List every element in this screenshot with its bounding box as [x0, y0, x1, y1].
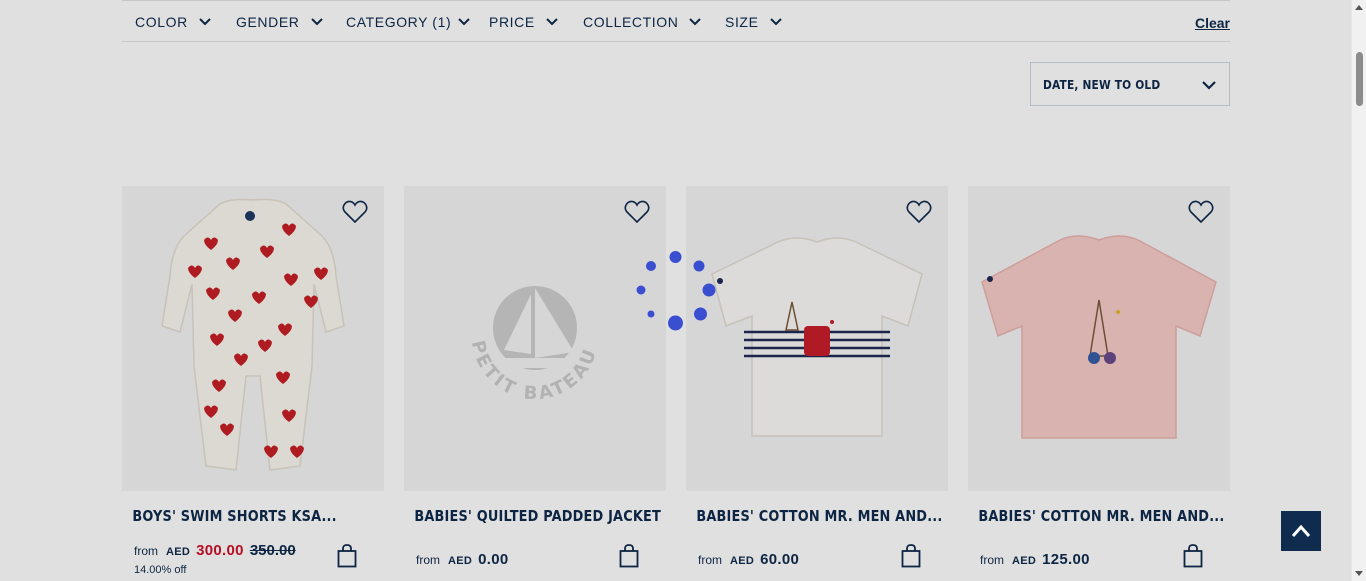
- price-value: 125.00: [1042, 551, 1090, 568]
- tshirt-white-image: [711, 237, 923, 437]
- clear-filters-link[interactable]: Clear: [1195, 15, 1230, 31]
- product-price: from AED 300.00 350.00: [134, 542, 296, 559]
- chevron-up-icon: [1291, 524, 1311, 537]
- heart-icon[interactable]: [906, 200, 932, 224]
- price-currency: AED: [730, 555, 755, 567]
- shopping-bag-icon[interactable]: [619, 544, 639, 568]
- chevron-down-icon: [689, 18, 702, 26]
- product-name[interactable]: BABIES' COTTON MR. MEN AND...: [686, 507, 942, 525]
- filter-category[interactable]: CATEGORY (1): [346, 14, 471, 30]
- filter-color[interactable]: COLOR: [135, 14, 212, 30]
- scroll-down-arrow-icon[interactable]: [1355, 571, 1363, 576]
- shopping-bag-icon[interactable]: [1183, 544, 1203, 568]
- shopping-bag-icon[interactable]: [901, 544, 921, 568]
- loading-spinner-icon: [636, 251, 716, 331]
- onesie-hearts-image: [161, 198, 345, 471]
- product-card[interactable]: BABIES' COTTON MR. MEN AND... from AED 1…: [968, 186, 1230, 568]
- product-card[interactable]: BOYS' SWIM SHORTS KSA... from AED 300.00…: [122, 186, 384, 576]
- product-card[interactable]: PETIT BATEAU BABIES' QUILTED PADDED JACK…: [404, 186, 666, 568]
- chevron-down-icon: [1202, 81, 1216, 90]
- back-to-top-button[interactable]: [1281, 511, 1321, 551]
- price-currency: AED: [1012, 555, 1037, 567]
- product-name[interactable]: BABIES' QUILTED PADDED JACKET: [404, 507, 660, 525]
- product-name[interactable]: BOYS' SWIM SHORTS KSA...: [122, 507, 347, 525]
- chevron-down-icon: [310, 18, 323, 26]
- product-card[interactable]: BABIES' COTTON MR. MEN AND... from AED 6…: [686, 186, 948, 568]
- original-price: 350.00: [249, 542, 296, 559]
- filter-collection[interactable]: COLLECTION: [583, 14, 702, 30]
- price-from-label: from: [416, 553, 440, 567]
- product-name[interactable]: BABIES' COTTON MR. MEN AND...: [968, 507, 1224, 525]
- filter-category-label: CATEGORY (1): [346, 14, 452, 30]
- price-value: 60.00: [760, 551, 800, 568]
- price-value: 0.00: [478, 551, 509, 568]
- filter-price[interactable]: PRICE: [489, 14, 559, 30]
- filter-gender-label: GENDER: [236, 14, 300, 30]
- product-image[interactable]: [122, 186, 384, 491]
- tshirt-pink-image: [981, 235, 1217, 439]
- scrollbar[interactable]: [1351, 0, 1366, 581]
- price-from-label: from: [980, 553, 1004, 567]
- product-price: from AED 125.00: [980, 551, 1090, 568]
- chevron-down-icon: [769, 18, 782, 26]
- shopping-bag-icon[interactable]: [337, 544, 357, 568]
- chevron-down-icon: [546, 18, 558, 26]
- scrollbar-thumb[interactable]: [1356, 52, 1363, 106]
- sort-select[interactable]: DATE, NEW TO OLD: [1030, 62, 1230, 106]
- heart-icon[interactable]: [1188, 200, 1214, 224]
- petit-bateau-logo-placeholder: PETIT BATEAU: [467, 286, 599, 404]
- filter-price-label: PRICE: [489, 14, 535, 30]
- product-listing-page: COLOR GENDER CATEGORY (1) PRICE COLLECTI…: [0, 0, 1351, 581]
- filter-bar: COLOR GENDER CATEGORY (1) PRICE COLLECTI…: [122, 0, 1230, 42]
- sort-select-value: DATE, NEW TO OLD: [1043, 76, 1161, 92]
- filter-size-label: SIZE: [725, 14, 759, 30]
- filter-gender[interactable]: GENDER: [236, 14, 324, 30]
- chevron-down-icon: [199, 18, 211, 26]
- filter-collection-label: COLLECTION: [583, 14, 679, 30]
- product-image[interactable]: [968, 186, 1230, 491]
- discount-label: 14.00% off: [134, 564, 187, 576]
- scroll-up-arrow-icon[interactable]: [1355, 5, 1363, 10]
- product-image[interactable]: PETIT BATEAU: [404, 186, 666, 491]
- heart-icon[interactable]: [342, 200, 368, 224]
- product-price: from AED 60.00: [698, 551, 799, 568]
- heart-icon[interactable]: [624, 200, 650, 224]
- price-currency: AED: [448, 555, 473, 567]
- chevron-down-icon: [458, 18, 470, 26]
- filter-color-label: COLOR: [135, 14, 188, 30]
- price-from-label: from: [698, 553, 722, 567]
- product-image[interactable]: [686, 186, 948, 491]
- filter-size[interactable]: SIZE: [725, 14, 783, 30]
- product-price: from AED 0.00: [416, 551, 509, 568]
- sale-price: 300.00: [196, 542, 244, 559]
- price-from-label: from: [134, 544, 158, 558]
- price-currency: AED: [166, 546, 191, 558]
